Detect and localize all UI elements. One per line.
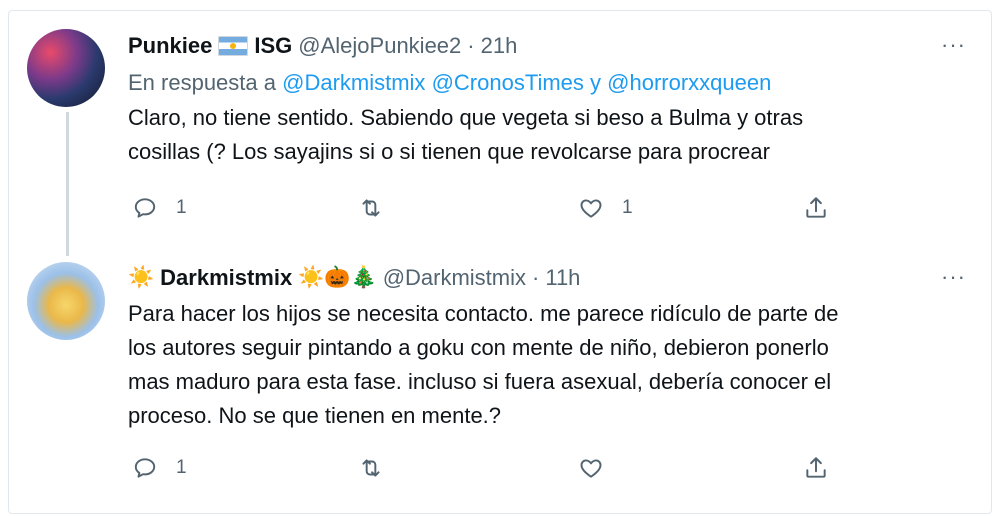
tweet-text: Para hacer los hijos se necesita contact… [128,297,948,433]
separator-dot: · [532,265,540,290]
like-count: 1 [622,197,633,218]
tweet-header: ☀️ Darkmistmix ☀️🎃🎄 @Darkmistmix · 11h [128,264,580,292]
like-button[interactable] [578,455,622,481]
heart-icon [580,199,602,218]
more-options-icon[interactable]: ··· [941,32,966,58]
mention-link[interactable]: @horrorxxqueen [607,70,771,95]
mention-link[interactable]: @Darkmistmix [282,70,425,95]
reply-context: En respuesta a @Darkmistmix @CronosTimes… [128,69,771,97]
retweet-button[interactable] [358,195,402,221]
like-button[interactable]: 1 [578,195,633,221]
tweet-text-line: mas maduro para esta fase. incluso si fu… [128,369,832,394]
tweet-text-line: cosillas (? Los sayajins si o si tienen … [128,139,770,164]
reply-count: 1 [176,197,187,218]
avatar[interactable] [27,29,105,107]
sun-pumpkin-tree-emoji-icon: ☀️🎃🎄 [298,266,377,289]
tweet-header: Punkiee ISG @AlejoPunkiee2 · 21h [128,32,517,60]
retweet-button[interactable] [358,455,402,481]
tweet-text-line: los autores seguir pintando a goku con m… [128,335,829,360]
display-name[interactable]: Punkiee [128,32,212,60]
heart-icon [580,459,602,478]
timestamp[interactable]: 11h [545,264,580,292]
display-name[interactable]: Darkmistmix [160,264,292,292]
mention-link[interactable]: @CronosTimes [432,70,584,95]
avatar[interactable] [27,262,105,340]
share-icon [806,457,826,478]
retweet-icon [362,199,380,217]
user-handle[interactable]: @AlejoPunkiee2 [298,32,461,60]
reply-prefix: En respuesta a [128,70,276,95]
reply-button[interactable]: 1 [132,195,187,221]
share-icon [806,197,826,218]
reply-button[interactable]: 1 [132,455,187,481]
reply-icon [134,458,156,478]
display-name-suffix[interactable]: ISG [254,32,292,60]
timestamp[interactable]: 21h [481,32,518,60]
thread-connector-line [66,112,69,256]
reply-icon [134,198,156,218]
share-button[interactable] [803,455,829,481]
tweet-text: Claro, no tiene sentido. Sabiendo que ve… [128,101,948,169]
reply-joiner: y [590,70,602,95]
tweet-text-line: Para hacer los hijos se necesita contact… [128,301,839,326]
tweet-text-line: Claro, no tiene sentido. Sabiendo que ve… [128,105,804,130]
user-handle[interactable]: @Darkmistmix [383,264,526,292]
argentina-flag-icon [218,36,249,56]
tweet-text-line: proceso. No se que tienen en mente.? [128,403,502,428]
tweet-actions: 1 [128,453,848,483]
separator-dot: · [467,33,475,58]
tweet-actions: 1 1 [128,193,848,223]
more-options-icon[interactable]: ··· [941,264,966,290]
reply-count: 1 [176,457,187,478]
sun-emoji-icon: ☀️ [128,266,155,289]
share-button[interactable] [803,195,829,221]
retweet-icon [362,459,380,477]
